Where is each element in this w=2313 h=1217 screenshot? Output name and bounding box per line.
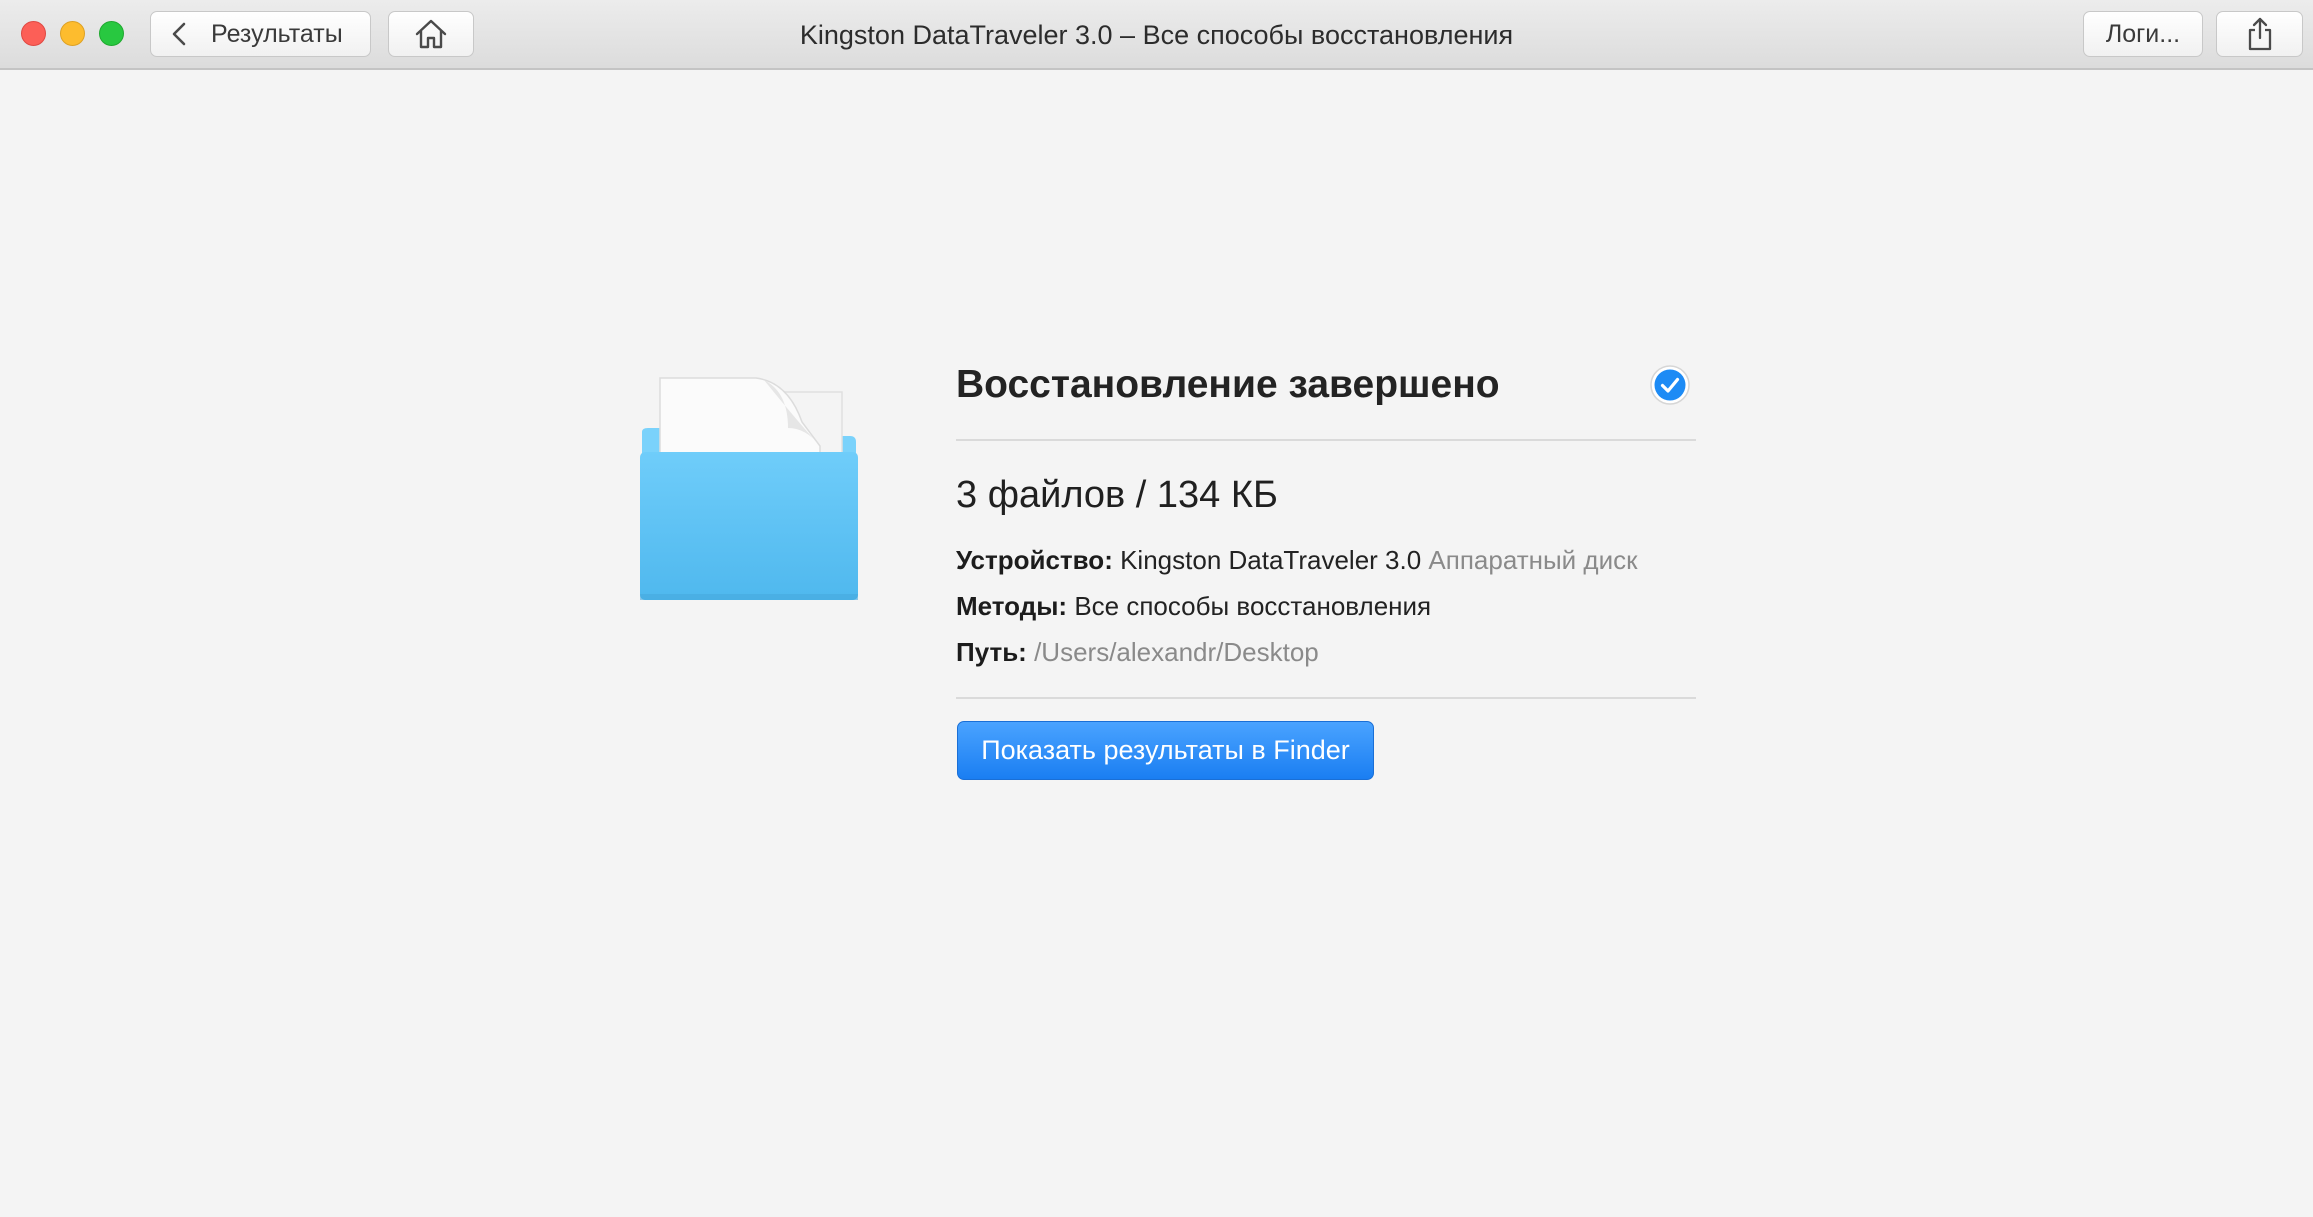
chevron-left-icon: [172, 22, 186, 46]
minimize-window-button[interactable]: [60, 21, 85, 46]
path-value: /Users/alexandr/Desktop: [1034, 637, 1319, 667]
share-button[interactable]: [2216, 11, 2303, 57]
back-button-label: Результаты: [211, 19, 343, 48]
methods-value: Все способы восстановления: [1074, 591, 1432, 621]
device-value: Kingston DataTraveler 3.0: [1120, 545, 1422, 575]
device-info: Устройство: Kingston DataTraveler 3.0 Ап…: [956, 541, 1638, 579]
methods-label: Методы:: [956, 591, 1068, 621]
recovery-status-heading: Восстановление завершено: [956, 363, 1500, 406]
divider-bottom: [956, 697, 1696, 699]
share-icon: [2248, 17, 2271, 51]
divider-top: [956, 439, 1696, 441]
zoom-window-button[interactable]: [99, 21, 124, 46]
methods-info: Методы: Все способы восстановления: [956, 587, 1431, 625]
close-window-button[interactable]: [21, 21, 46, 46]
files-summary: 3 файлов / 134 КБ: [956, 474, 1278, 516]
device-label: Устройство:: [956, 545, 1113, 575]
folder-with-document-icon: [640, 377, 858, 600]
home-icon: [415, 19, 447, 49]
checkmark-circle-icon: [1650, 365, 1690, 405]
show-in-finder-button[interactable]: Показать результаты в Finder: [957, 721, 1374, 780]
logs-button[interactable]: Логи...: [2083, 11, 2203, 57]
back-to-results-button[interactable]: Результаты: [150, 11, 371, 57]
title-bar: Результаты Kingston DataTraveler 3.0 – В…: [0, 0, 2313, 70]
path-label: Путь:: [956, 637, 1027, 667]
device-type: Аппаратный диск: [1428, 545, 1638, 575]
home-button[interactable]: [388, 11, 474, 57]
path-info: Путь: /Users/alexandr/Desktop: [956, 633, 1319, 671]
